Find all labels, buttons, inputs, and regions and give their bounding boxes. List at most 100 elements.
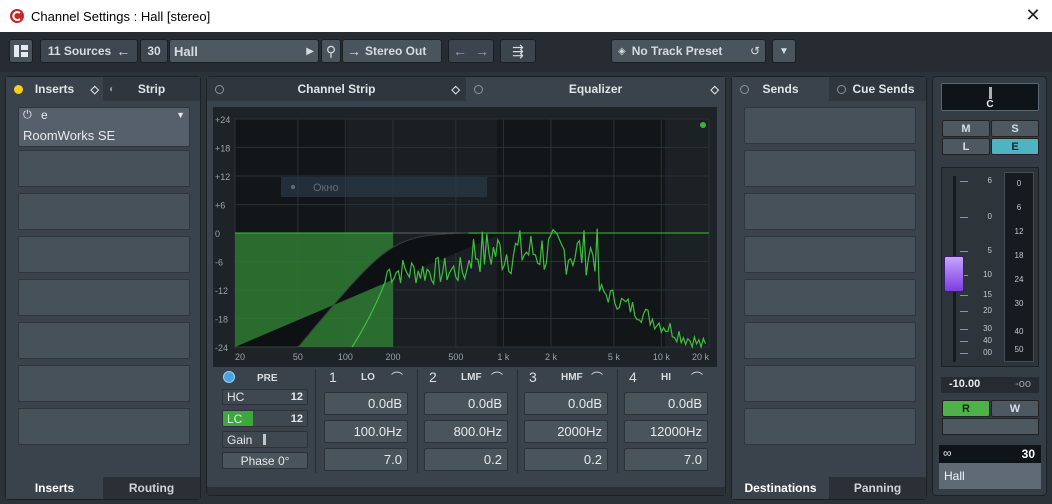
send-slot-2[interactable] [744,150,916,187]
solo-button[interactable]: S [991,120,1039,137]
channel-name-bar[interactable]: Hall [939,463,1041,489]
fader-scale-label: 40 [983,336,992,345]
send-slot-3[interactable] [744,193,916,230]
band-1-freq-field[interactable]: 100.0Hz [324,420,408,443]
sources-button[interactable]: 11 Sources ← [40,39,138,63]
meter-scale-label: 50 [1014,345,1024,354]
x-tick-label: 500 [448,352,463,362]
preset-menu-button[interactable]: ▼ [772,39,796,63]
channel-info: ∞ 30 Hall [939,445,1041,491]
fader-panel: C M S L E 6 0 5 10 15 20 30 40 00 0 6 12 18 24 30 40 50… [932,76,1047,496]
pan-value: C [986,99,994,110]
track-preset-button[interactable]: ◈ No Track Preset ↺ [611,39,766,63]
send-slot-4[interactable] [744,236,916,273]
x-tick-label: 50 [293,352,303,362]
band-separator [617,369,618,473]
edit-button[interactable]: E [991,138,1039,155]
filter-shape-icon[interactable]: ⌒ [591,369,603,386]
band-2-freq-field[interactable]: 800.0Hz [424,420,508,443]
preset-icon: ◈ [618,45,626,57]
tab-panning[interactable]: Panning [829,477,926,499]
filter-shape-icon[interactable]: ⌒ [391,369,403,386]
gain-slider[interactable]: Gain [222,431,308,448]
send-slot-8[interactable] [744,408,916,445]
link-icon[interactable]: ∞ [943,446,952,460]
reset-icon: ↺ [749,44,760,58]
output-routing-button[interactable]: → Stereo Out [342,39,442,63]
phase-button[interactable]: Phase 0° [222,452,308,469]
x-tick-label: 20 [235,352,245,362]
power-icon[interactable]: ⏻ [23,109,32,122]
send-slot-7[interactable] [744,365,916,402]
band-2-gain-field[interactable]: 0.0dB [424,392,508,415]
fader-scale-label: 30 [983,324,992,333]
tab-strip[interactable]: ◐ Strip [103,77,200,101]
filter-shape-icon[interactable]: ⌒ [491,369,503,386]
navigate-buttons[interactable]: ← → [448,39,494,63]
chevron-down-icon[interactable]: ▼ [176,110,185,120]
read-automation-button[interactable]: R [942,400,990,417]
band-1-gain-field[interactable]: 0.0dB [324,392,408,415]
search-button[interactable]: ⚲ [321,39,341,63]
insert-slot-1[interactable]: ⏻ e ▼ RoomWorks SE [18,107,190,147]
send-slot-6[interactable] [744,322,916,359]
tab-inserts-bottom[interactable]: Inserts [6,477,103,499]
edit-plugin-icon[interactable]: e [41,108,48,122]
band-1-header: 1 LO ⌒ [329,369,409,387]
pan-control[interactable]: C [941,83,1039,111]
band-3-freq-field[interactable]: 2000Hz [524,420,608,443]
hc-filter-button[interactable]: HC 12 [222,389,308,405]
tab-equalizer[interactable]: Equalizer ◇ [466,77,725,101]
insert-slot-8[interactable] [18,408,190,445]
volume-value[interactable]: -10.00 [949,378,980,390]
output-label: Stereo Out [365,44,427,58]
fader-scale-label: 5 [987,246,992,255]
lc-filter-button[interactable]: LC 12 [222,410,308,427]
band-1-q-field[interactable]: 7.0 [324,448,408,471]
channel-number-display: 30 [1021,447,1035,461]
mute-button[interactable]: M [942,120,990,137]
tab-channel-strip[interactable]: Channel Strip ◇ [207,77,466,101]
band-3-q-field[interactable]: 0.2 [524,448,608,471]
meter-scale-label: 6 [1016,203,1022,212]
tab-inserts[interactable]: Inserts ◇ [6,77,103,101]
band-2-header: 2 LMF ⌒ [429,369,509,387]
send-slot-5[interactable] [744,279,916,316]
eq-graph[interactable]: +24 +18 +12 +6 0 -6 -12 -18 -24 20 50 100 200 500 1 k 2… [213,107,717,367]
diamond-icon: ◇ [90,83,99,96]
tab-sends[interactable]: Sends [732,77,829,101]
tab-destinations[interactable]: Destinations [732,477,829,499]
send-slot-1[interactable] [744,107,916,144]
insert-slot-2[interactable] [18,150,190,187]
band-4-gain-field[interactable]: 0.0dB [624,392,708,415]
band-4-freq-field[interactable]: 12000Hz [624,420,708,443]
channel-number-field[interactable]: 30 [140,39,168,63]
band-4-q-field[interactable]: 7.0 [624,448,708,471]
fader-scale-label: 6 [987,176,992,185]
band-2-q-field[interactable]: 0.2 [424,448,508,471]
volume-fader-handle[interactable] [944,256,964,292]
link-channels-button[interactable]: ⇶ [500,39,536,63]
close-icon[interactable]: ✕ [1024,6,1042,24]
insert-slot-7[interactable] [18,365,190,402]
volume-display: -10.00 -oo [941,377,1039,393]
band-number: 1 [329,369,337,385]
tab-cue-sends[interactable]: Cue Sends [829,77,926,101]
listen-button[interactable]: L [942,138,990,155]
insert-slot-5[interactable] [18,279,190,316]
channel-name-field[interactable]: Hall ▶ [169,39,319,63]
gain-handle[interactable] [263,434,266,445]
chevron-right-icon: ▶ [306,45,314,57]
write-automation-button[interactable]: W [991,400,1039,417]
band-4-header: 4 HI ⌒ [629,369,709,387]
band-3-gain-field[interactable]: 0.0dB [524,392,608,415]
insert-slot-3[interactable] [18,193,190,230]
cubase-logo-icon [10,9,24,23]
layout-toggle-button[interactable] [9,39,33,63]
pre-power-icon[interactable] [223,371,235,383]
tab-routing[interactable]: Routing [103,477,200,499]
search-icon: ⚲ [325,42,337,59]
filter-shape-icon[interactable]: ⌒ [691,369,703,386]
insert-slot-6[interactable] [18,322,190,359]
insert-slot-4[interactable] [18,236,190,273]
